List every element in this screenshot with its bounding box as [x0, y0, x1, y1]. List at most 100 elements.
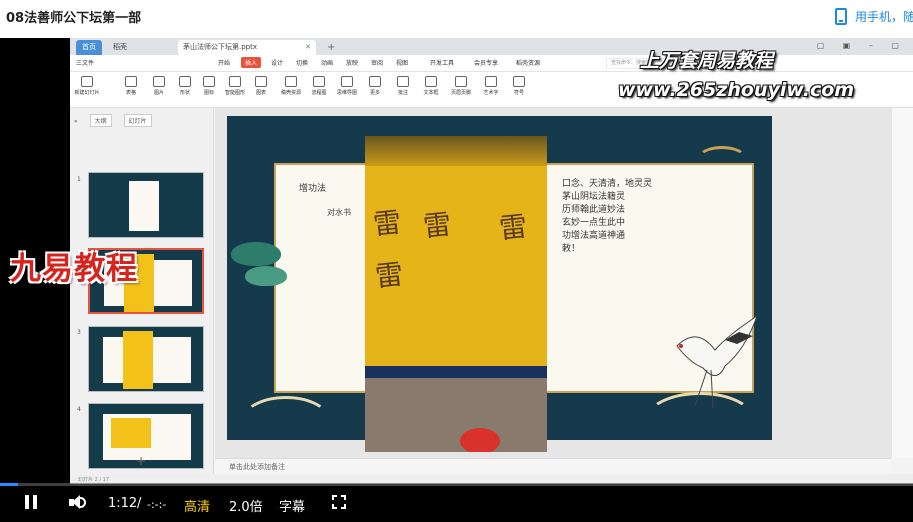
menu-file: 三文件: [76, 60, 95, 67]
progress-fill: [0, 483, 19, 486]
wps-tab-docer: 稻壳: [113, 43, 127, 51]
symbol-icon: [513, 76, 525, 87]
menu-start: 开始: [218, 60, 231, 67]
cloud-decoration: [297, 116, 357, 138]
text-line: 历师翰此道妙法: [562, 205, 626, 215]
menu-transition: 切换: [296, 60, 309, 67]
talisman-glyph: 雷: [373, 257, 405, 294]
mobile-watch-link[interactable]: 用手机，随时随地看: [835, 6, 913, 26]
ribbon-more: 更多: [362, 75, 388, 105]
wps-tab-file-label: 茅山法师公下坛第.pptx: [183, 43, 257, 51]
fingertip: [460, 428, 500, 452]
page-header: 08法善师公下坛第一部 用手机，随时随地看: [0, 0, 913, 32]
plus-icon: +: [327, 42, 336, 53]
mobile-watch-label: 用手机，随时随地看: [855, 9, 913, 24]
menu-slideshow: 放映: [346, 60, 359, 67]
page-title: 08法善师公下坛第一部: [6, 11, 142, 26]
ribbon-flowchart: 流程图: [306, 75, 332, 105]
icons-icon: [203, 76, 215, 87]
add-slide-icon: +: [136, 454, 147, 468]
time-separator: /: [137, 496, 142, 511]
ribbon-chart: 图表: [248, 75, 274, 105]
ribbon-mindmap: 思维导图: [334, 75, 360, 105]
text-line: 茅山阴坛法籍灵: [562, 192, 626, 202]
slide-thumbnails-panel: « 大纲 幻灯片 1 2 3 4 5 +: [70, 108, 214, 487]
watermark-brand: 九易教程: [10, 251, 138, 287]
table-icon: [125, 76, 137, 87]
quality-button[interactable]: 高清: [184, 496, 210, 515]
thumbs-header: « 大纲 幻灯片: [74, 114, 152, 127]
menu-review: 审阅: [371, 60, 384, 67]
docer-icon: [285, 76, 297, 87]
flowchart-icon: [313, 76, 325, 87]
slide-subheading: 对水书: [327, 208, 351, 217]
menu-animation: 动画: [321, 60, 334, 67]
subtitles-button[interactable]: 字幕: [279, 496, 305, 515]
textbox-icon: [425, 76, 437, 87]
mindmap-icon: [341, 76, 353, 87]
camera-insert: 雷 雷 雷 雷: [365, 136, 547, 452]
ribbon-wordart: 艺术字: [478, 75, 504, 105]
wave-decoration: [241, 396, 331, 440]
window-controls: ▢ ▣ – ▢: [816, 41, 907, 50]
talisman-glyph: 雷: [497, 209, 529, 246]
thumb-number: 3: [77, 329, 81, 336]
wps-tab-home: 首页: [76, 40, 102, 55]
vertical-scrollbar: [891, 108, 913, 458]
ribbon-comment: 批注: [390, 75, 416, 105]
tab-outline: 大纲: [89, 114, 112, 127]
ribbon-header-footer: 页眉页脚: [448, 75, 474, 105]
slide-canvas: 增功法 对水书 口念、天清清，地灵灵 茅山阴坛法籍灵 历师翰此道妙法 玄妙一点生…: [215, 108, 913, 458]
menu-design: 设计: [271, 60, 284, 67]
slide-heading: 增功法: [299, 184, 327, 194]
tab-slides: 幻灯片: [123, 114, 152, 127]
watermark-url: www.265zhouyiw.com: [618, 79, 855, 101]
volume-icon[interactable]: [69, 495, 89, 511]
shape-icon: [179, 76, 191, 87]
slide-incantation-text: 口念、天清清，地灵灵 茅山阴坛法籍灵 历师翰此道妙法 玄妙一点生此中 功增法高道…: [562, 178, 702, 256]
text-line: 玄妙一点生此中: [562, 218, 626, 228]
fullscreen-icon[interactable]: [332, 495, 346, 509]
text-line: 敕！: [562, 244, 581, 254]
thumb-number: 4: [77, 406, 81, 413]
pine-decoration: [245, 266, 287, 286]
wps-tab-file: 茅山法师公下坛第.pptx ✕: [178, 40, 316, 55]
progress-bar[interactable]: [0, 483, 913, 486]
talisman-glyph: 雷: [421, 207, 453, 244]
pause-icon[interactable]: [25, 495, 37, 509]
notes-bar: 单击此处添加备注: [215, 458, 891, 474]
close-icon: ✕: [305, 43, 311, 51]
ribbon-shape: 形状: [172, 75, 198, 105]
ribbon-icon: 图标: [196, 75, 222, 105]
text-line: 口念、天清清，地灵灵: [562, 179, 653, 189]
picture-icon: [153, 76, 165, 87]
wordart-icon: [485, 76, 497, 87]
ribbon-symbol: 符号: [506, 75, 532, 105]
more-icon: [369, 76, 381, 87]
smartart-icon: [229, 76, 241, 87]
new-slide-icon: [81, 76, 93, 87]
ribbon-picture: 图片: [146, 75, 172, 105]
menu-docer: 稻壳资源: [516, 60, 541, 67]
ribbon-textbox: 文本框: [418, 75, 444, 105]
comment-icon: [397, 76, 409, 87]
ribbon-smartart: 智能图形: [222, 75, 248, 105]
ribbon-docer: 稿壳资源: [278, 75, 304, 105]
menu-member: 会员专享: [474, 60, 499, 67]
text-line: 功增法高道神通: [562, 231, 626, 241]
slide-thumbnail: [88, 326, 204, 392]
ribbon-new-slide: 新建幻灯片: [74, 75, 100, 105]
wps-tab-strip: 首页 稻壳 茅山法师公下坛第.pptx ✕ + ▢ ▣ – ▢: [70, 38, 913, 55]
video-player[interactable]: 首页 稻壳 茅山法师公下坛第.pptx ✕ + ▢ ▣ – ▢ 三文件 开始 插…: [0, 38, 913, 522]
slide-counter: 幻灯片 2 / 17: [78, 477, 109, 483]
header-footer-icon: [455, 76, 467, 87]
slide-thumbnail: [88, 172, 204, 238]
talisman-glyph: 雷: [371, 205, 403, 242]
menu-view: 视图: [396, 60, 409, 67]
player-controls: 1:12 / -:-:- 高清 2.0倍 字幕: [0, 483, 913, 522]
menu-insert: 插入: [241, 57, 262, 68]
phone-icon: [835, 7, 847, 25]
ribbon-table: 表格: [118, 75, 144, 105]
speed-button[interactable]: 2.0倍: [229, 496, 263, 515]
thumb-number: 1: [77, 176, 81, 183]
